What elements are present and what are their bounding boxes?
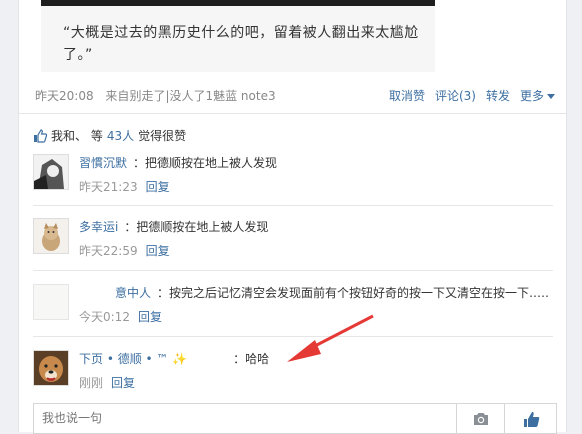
divider (19, 113, 566, 114)
repost-button[interactable]: 转发 (486, 87, 510, 104)
comment-text: 意中人 ：按完之后记忆清空会发现面前有个按钮好奇的按一下又清空在按一下…… (115, 286, 549, 300)
comment-time: 昨天21:23 (79, 180, 138, 194)
red-arrow-icon (287, 314, 374, 362)
likes-count[interactable]: 43人 (107, 127, 134, 144)
comment-text: 多幸运i ：把德顺按在地上被人发现 (79, 220, 269, 234)
more-button[interactable]: 更多 (520, 87, 556, 104)
comment-time: 今天0:12 (79, 310, 130, 324)
likes-prefix: 我和、 等 (51, 129, 103, 143)
caret-down-icon (547, 93, 555, 99)
source-prefix: 来自 (105, 89, 130, 103)
quote-image-top (41, 0, 435, 6)
avatar[interactable] (33, 154, 69, 190)
thumbs-up-icon (34, 128, 47, 143)
avatar[interactable] (33, 218, 69, 254)
commenter-name[interactable]: 意中人 (115, 286, 151, 300)
post-meta: 昨天20:08 来自别走了|没人了1魅蓝 note3 (35, 87, 276, 104)
quote-text: “大概是过去的黑历史什么的吧，留着被人翻出来太尴尬了。” (63, 25, 419, 63)
comment-footer: 刚刚 回复 (79, 374, 135, 391)
comment-time: 刚刚 (79, 376, 104, 390)
comment-text: 習慣沉默 ：把德顺按在地上被人发现 (79, 156, 278, 170)
more-label: 更多 (519, 89, 544, 103)
comment-input-row (33, 403, 557, 434)
likes-suffix: 觉得很赞 (138, 129, 187, 143)
post-time: 昨天20:08 (35, 89, 94, 103)
comment-footer: 昨天22:59 回复 (79, 242, 170, 259)
unlike-button[interactable]: 取消赞 (389, 87, 425, 104)
reply-button[interactable]: 回复 (146, 244, 170, 258)
post-source: 别走了|没人了1魅蓝 note3 (129, 89, 276, 103)
comment-footer: 昨天21:23 回复 (79, 178, 170, 195)
commenter-name[interactable]: 下页 • 德顺 • ™ ✨ (79, 352, 187, 366)
post-actions: 取消赞 评论(3) 转发 更多 (389, 87, 556, 104)
reply-button[interactable]: 回复 (138, 310, 162, 324)
camera-icon (474, 412, 488, 425)
comment-time: 昨天22:59 (79, 244, 138, 258)
post-card: “大概是过去的黑历史什么的吧，留着被人翻出来太尴尬了。” 昨天20:08 来自别… (18, 0, 567, 434)
comment-divider (33, 205, 553, 206)
camera-button[interactable] (456, 404, 505, 433)
avatar[interactable] (33, 350, 69, 386)
hand-pointer-icon (524, 411, 540, 427)
reply-button[interactable]: 回复 (111, 376, 135, 390)
like-hand-button[interactable] (504, 404, 557, 433)
reply-button[interactable]: 回复 (146, 180, 170, 194)
avatar[interactable] (33, 284, 69, 320)
comment-input[interactable] (34, 404, 454, 431)
commenter-name[interactable]: 習慣沉默 (79, 156, 127, 170)
likes-row: 我和、 等 43人 觉得很赞 (33, 127, 186, 144)
comment-button[interactable]: 评论(3) (435, 87, 476, 104)
commenter-name[interactable]: 多幸运i (79, 220, 118, 234)
comment-footer: 今天0:12 回复 (79, 308, 162, 325)
comment-divider (33, 270, 553, 271)
